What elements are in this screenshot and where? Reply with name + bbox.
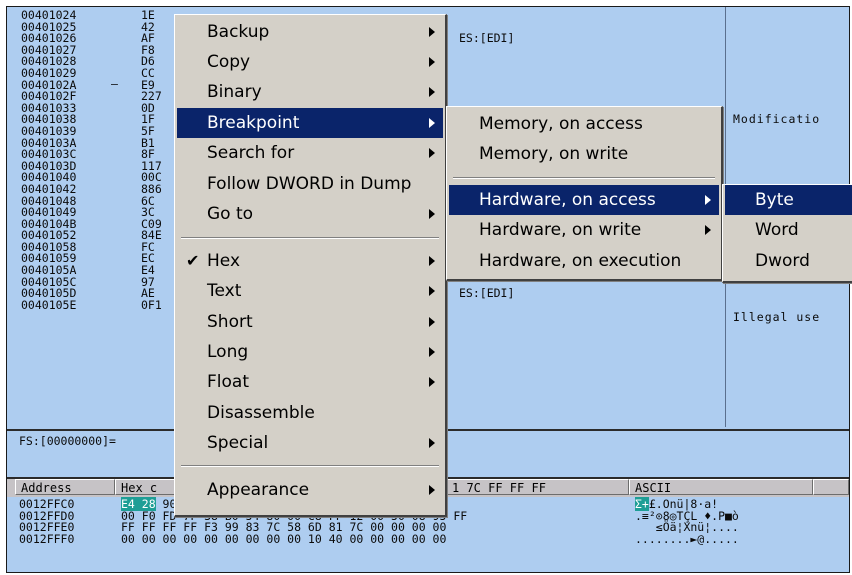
menu-item-hardware-on-write[interactable]: Hardware, on write bbox=[449, 215, 719, 245]
hex-header-label: Hex c bbox=[121, 481, 158, 495]
checkmark-icon: ✔ bbox=[186, 251, 200, 270]
menu-item-label: Long bbox=[207, 342, 249, 362]
hex-header-tail: 1 7C FF FF FF bbox=[452, 481, 546, 495]
menu-separator bbox=[453, 177, 715, 179]
header-spacer bbox=[813, 479, 849, 495]
menu-item-label: Text bbox=[207, 281, 242, 301]
info-line: FS:[00000000]= bbox=[19, 434, 116, 448]
ascii-header[interactable]: ASCII bbox=[629, 479, 813, 495]
address-column: 00401024 00401025 00401026 00401027 00401028… bbox=[21, 9, 76, 312]
hex-bytes: 00 00 00 00 00 00 00 00 00 10 40 00 00 0… bbox=[121, 531, 447, 546]
menu-item-label: Special bbox=[207, 433, 269, 453]
comment-text: Modificatio bbox=[733, 112, 821, 127]
dump-ascii-row[interactable]: ........►@..... bbox=[635, 531, 739, 546]
menu-item-short[interactable]: Short bbox=[177, 307, 443, 337]
menu-item-dword[interactable]: Dword bbox=[725, 246, 852, 276]
menu-item-label: Copy bbox=[207, 52, 251, 72]
submenu-arrow-icon bbox=[429, 256, 435, 266]
address-header[interactable]: Address bbox=[15, 479, 115, 495]
menu-item-label: Search for bbox=[207, 143, 295, 163]
menu-item-appearance[interactable]: Appearance bbox=[177, 475, 443, 505]
menu-item-hex[interactable]: ✔ Hex bbox=[177, 246, 443, 276]
menu-item-go-to[interactable]: Go to bbox=[177, 199, 443, 229]
hardware-access-submenu[interactable]: Byte Word Dword bbox=[722, 184, 852, 283]
menu-item-label: Hardware, on write bbox=[479, 220, 642, 240]
menu-item-label: Memory, on access bbox=[479, 114, 643, 134]
dump-address-column: 0012FFC0 0012FFD0 0012FFE0 0012FFF0 bbox=[19, 498, 74, 546]
menu-separator bbox=[181, 465, 439, 467]
menu-item-hardware-on-execution[interactable]: Hardware, on execution bbox=[449, 246, 719, 276]
menu-item-memory-on-access[interactable]: Memory, on access bbox=[449, 109, 719, 139]
menu-item-label: Float bbox=[207, 372, 249, 392]
menu-item-follow-dword-in-dump[interactable]: Follow DWORD in Dump bbox=[177, 169, 443, 199]
submenu-arrow-icon bbox=[429, 485, 435, 495]
menu-item-label: Hardware, on execution bbox=[479, 251, 682, 271]
comment-text: Illegal use bbox=[733, 309, 821, 324]
menu-item-label: Appearance bbox=[207, 480, 310, 500]
submenu-arrow-icon bbox=[429, 209, 435, 219]
dump-hex-row[interactable]: 00 00 00 00 00 00 00 00 00 10 40 00 00 0… bbox=[121, 531, 467, 546]
menu-item-label: Disassemble bbox=[207, 403, 315, 423]
menu-separator bbox=[181, 237, 439, 239]
dump-address[interactable]: 0012FFF0 bbox=[19, 533, 74, 546]
submenu-arrow-icon bbox=[705, 225, 711, 235]
submenu-arrow-icon bbox=[429, 57, 435, 67]
menu-item-label: Byte bbox=[755, 190, 794, 210]
context-menu[interactable]: Backup Copy Binary Breakpoint Search for Foll… bbox=[174, 14, 447, 517]
submenu-arrow-icon bbox=[429, 377, 435, 387]
dump-ascii-column: Σ+£.Onü|8·a! .≡²⊙8◎TÇL ♦.P■ò ≤Öä¦Xnü¦....… bbox=[635, 497, 739, 546]
jump-marker: – bbox=[111, 77, 118, 91]
ascii-text: ........►@..... bbox=[635, 531, 739, 546]
menu-item-label: Breakpoint bbox=[207, 113, 300, 133]
menu-item-binary[interactable]: Binary bbox=[177, 77, 443, 107]
submenu-arrow-icon bbox=[429, 148, 435, 158]
menu-item-label: Binary bbox=[207, 82, 262, 102]
menu-item-float[interactable]: Float bbox=[177, 367, 443, 397]
submenu-arrow-icon bbox=[429, 317, 435, 327]
operand-text[interactable]: ES:[EDI] bbox=[459, 288, 514, 300]
operand-text[interactable]: ES:[EDI] bbox=[459, 33, 514, 45]
menu-item-label: Go to bbox=[207, 204, 254, 224]
menu-item-word[interactable]: Word bbox=[725, 215, 852, 245]
menu-item-breakpoint[interactable]: Breakpoint bbox=[177, 108, 443, 138]
submenu-arrow-icon bbox=[429, 438, 435, 448]
submenu-arrow-icon bbox=[429, 347, 435, 357]
disasm-address[interactable]: 0040105E bbox=[21, 299, 76, 312]
hex-dump-column: 1E 42 AF F8 D6 CC E9 227 0D 1F 5F B1 8F 117 00C 886 6C 3C… bbox=[141, 9, 162, 312]
menu-item-special[interactable]: Special bbox=[177, 428, 443, 458]
menu-item-label: Memory, on write bbox=[479, 144, 629, 164]
menu-item-backup[interactable]: Backup bbox=[177, 17, 443, 47]
menu-item-memory-on-write[interactable]: Memory, on write bbox=[449, 139, 719, 169]
submenu-arrow-icon bbox=[429, 27, 435, 37]
menu-item-label: Backup bbox=[207, 22, 270, 42]
menu-item-label: Dword bbox=[755, 251, 810, 271]
menu-item-byte[interactable]: Byte bbox=[725, 185, 852, 215]
menu-item-hardware-on-access[interactable]: Hardware, on access bbox=[449, 185, 719, 215]
submenu-arrow-icon bbox=[429, 87, 435, 97]
submenu-arrow-icon bbox=[705, 195, 711, 205]
menu-item-label: Short bbox=[207, 312, 253, 332]
menu-item-disassemble[interactable]: Disassemble bbox=[177, 398, 443, 428]
menu-item-text[interactable]: Text bbox=[177, 276, 443, 306]
menu-item-copy[interactable]: Copy bbox=[177, 47, 443, 77]
menu-item-search-for[interactable]: Search for bbox=[177, 138, 443, 168]
menu-item-label: Word bbox=[755, 220, 799, 240]
menu-item-long[interactable]: Long bbox=[177, 337, 443, 367]
menu-item-label: Hardware, on access bbox=[479, 190, 656, 210]
menu-item-label: Hex bbox=[207, 251, 241, 271]
menu-item-label: Follow DWORD in Dump bbox=[207, 174, 412, 194]
breakpoint-submenu[interactable]: Memory, on access Memory, on write Hardwar… bbox=[446, 106, 723, 281]
submenu-arrow-icon bbox=[429, 286, 435, 296]
submenu-arrow-icon bbox=[429, 118, 435, 128]
disasm-hex-bytes[interactable]: 0F1 bbox=[141, 299, 162, 312]
